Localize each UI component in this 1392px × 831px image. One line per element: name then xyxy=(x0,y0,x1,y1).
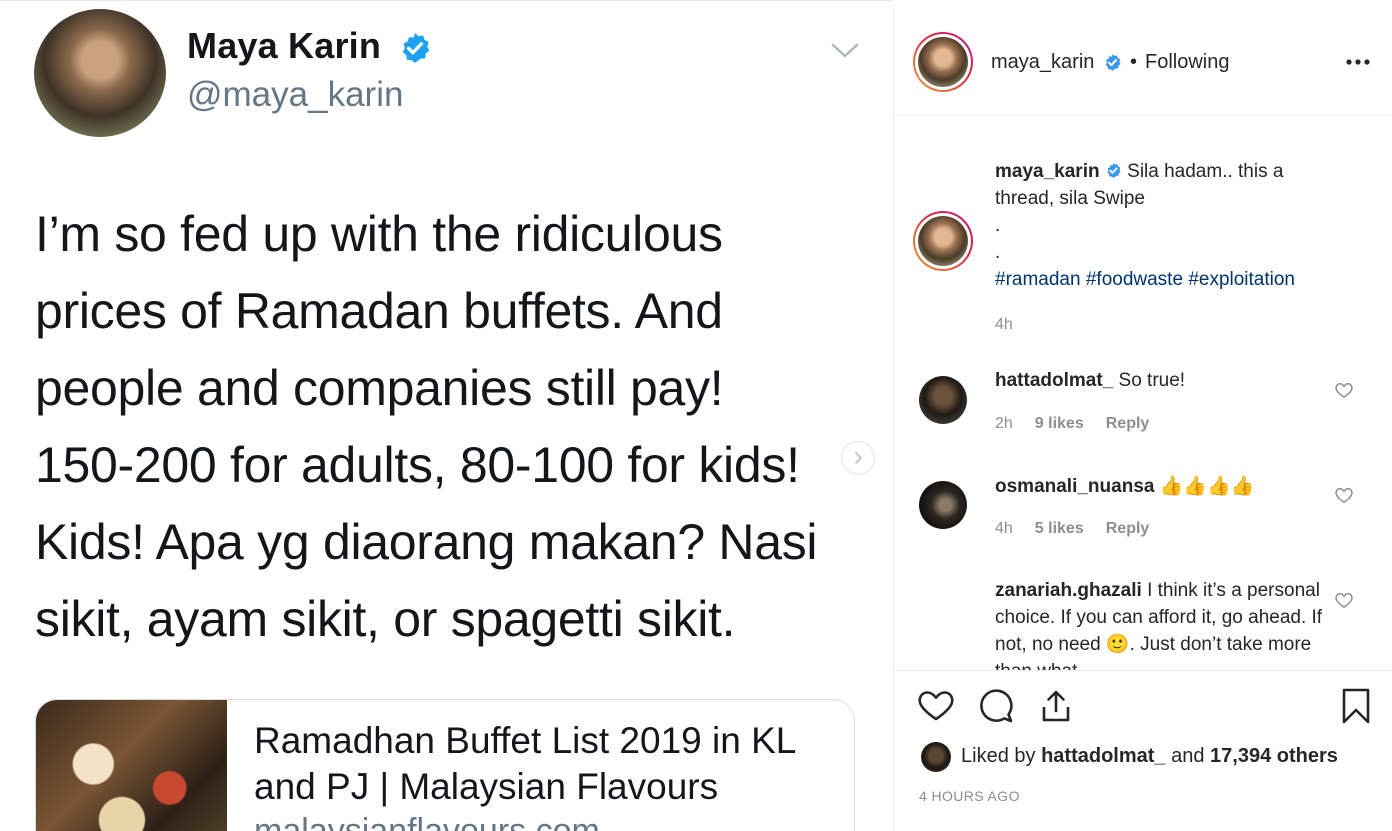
comment-meta: 2h 9 likes Reply xyxy=(995,415,1149,433)
comment: hattadolmat_ So true! xyxy=(995,367,1331,394)
heart-icon[interactable] xyxy=(1334,380,1354,400)
comment-text: So true! xyxy=(1118,370,1186,391)
hashtag-link[interactable]: #ramadan xyxy=(995,269,1081,290)
hashtag-link[interactable]: #foodwaste xyxy=(1086,269,1183,290)
next-slide-button[interactable] xyxy=(841,441,875,475)
liked-by-prefix: Liked by xyxy=(961,745,1036,767)
comment-username[interactable]: hattadolmat_ xyxy=(995,370,1113,391)
caption-line: . xyxy=(995,242,1001,263)
tweet-link-card: Ramadhan Buffet List 2019 in KL and PJ |… xyxy=(35,699,855,831)
caption: maya_karin Sila hadam.. this a thread, s… xyxy=(995,158,1331,293)
verified-badge-icon xyxy=(1105,54,1121,71)
commenter-avatar[interactable] xyxy=(919,376,967,424)
link-card-thumbnail xyxy=(36,700,227,831)
more-options-icon[interactable] xyxy=(1345,58,1371,66)
commenter-avatar[interactable] xyxy=(919,481,967,529)
hashtag-link[interactable]: #exploitation xyxy=(1188,269,1295,290)
bookmark-icon[interactable] xyxy=(1337,687,1375,725)
liked-by-user[interactable]: hattadolmat_ xyxy=(1041,745,1165,767)
post-media-tweet-screenshot[interactable]: Maya Karin @maya_karin I’m so fed up wit… xyxy=(0,0,893,831)
chevron-right-icon xyxy=(855,452,862,464)
chevron-down-icon xyxy=(831,43,859,58)
comment-username[interactable]: zanariah.ghazali xyxy=(995,580,1142,601)
heart-icon[interactable] xyxy=(917,687,955,725)
comment-username[interactable]: osmanali_nuansa xyxy=(995,476,1154,497)
following-button[interactable]: Following xyxy=(1145,51,1229,74)
link-card-domain: malaysianflavours.com xyxy=(254,812,600,831)
comment-icon[interactable] xyxy=(977,687,1015,725)
comment-likes[interactable]: 9 likes xyxy=(1035,415,1084,433)
tweet-text: I’m so fed up with the ridiculous prices… xyxy=(35,206,818,647)
reply-button[interactable]: Reply xyxy=(1106,415,1150,433)
comment-likes[interactable]: 5 likes xyxy=(1035,520,1084,538)
header-separator: • xyxy=(1130,51,1138,73)
author-avatar[interactable] xyxy=(913,32,973,92)
comment: zanariah.ghazali I think it’s a personal… xyxy=(995,577,1331,671)
caption-meta: 4h xyxy=(995,316,1013,334)
reply-button[interactable]: Reply xyxy=(1106,520,1150,538)
caption-age[interactable]: 4h xyxy=(995,316,1013,334)
share-icon[interactable] xyxy=(1037,687,1075,725)
tweet-display-name: Maya Karin xyxy=(187,25,382,66)
link-card-title: Ramadhan Buffet List 2019 in KL and PJ |… xyxy=(254,720,795,807)
heart-icon[interactable] xyxy=(1334,590,1354,610)
tweet-avatar xyxy=(34,9,166,137)
heart-icon[interactable] xyxy=(1334,485,1354,505)
comments-list[interactable]: maya_karin Sila hadam.. this a thread, s… xyxy=(894,116,1392,671)
comment-age[interactable]: 4h xyxy=(995,520,1013,538)
post-sidebar: maya_karin • Following maya_karin Sila h… xyxy=(893,8,1392,831)
divider xyxy=(894,670,1392,671)
liked-by-others[interactable]: 17,394 others xyxy=(1210,745,1338,767)
caption-line: . xyxy=(995,215,1001,236)
caption-avatar[interactable] xyxy=(913,211,973,271)
caption-username[interactable]: maya_karin xyxy=(995,161,1100,182)
comment-text: 👍👍👍👍 xyxy=(1159,476,1255,497)
comment-meta: 4h 5 likes Reply xyxy=(995,520,1149,538)
comment-age[interactable]: 2h xyxy=(995,415,1013,433)
liked-by-and: and xyxy=(1171,745,1205,767)
post-timestamp[interactable]: 4 HOURS AGO xyxy=(919,788,1020,804)
comment: osmanali_nuansa 👍👍👍👍 xyxy=(995,473,1331,500)
verified-badge-icon xyxy=(402,33,430,63)
liked-by-summary: Liked by hattadolmat_ and 17,394 others xyxy=(961,745,1338,768)
liked-by-avatar[interactable] xyxy=(921,742,951,772)
tweet-handle: @maya_karin xyxy=(187,75,404,114)
verified-badge-icon xyxy=(1107,163,1121,178)
author-username[interactable]: maya_karin xyxy=(991,51,1094,74)
